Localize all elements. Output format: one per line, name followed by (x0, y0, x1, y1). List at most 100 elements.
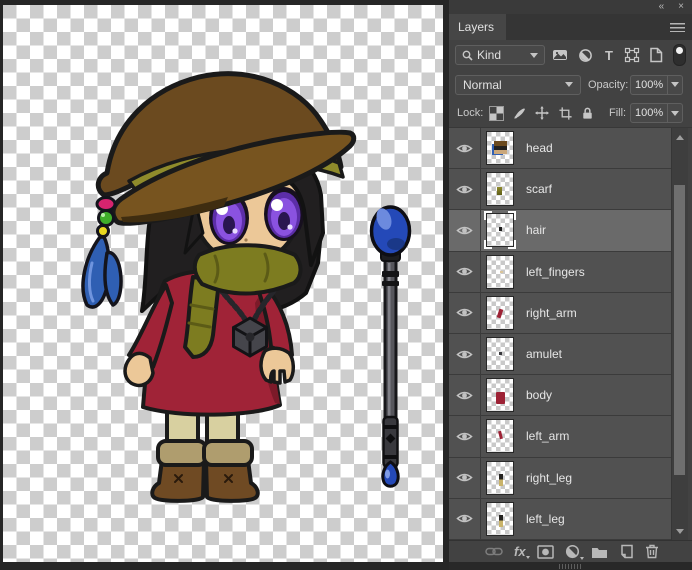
layer-row-left-arm[interactable]: left_arm (449, 416, 672, 458)
layer-thumbnail[interactable] (486, 131, 514, 166)
search-icon (462, 50, 473, 61)
kind-filter-dropdown[interactable]: Kind (455, 45, 545, 65)
layer-thumbnail[interactable] (486, 295, 514, 330)
fill-label: Fill: (609, 107, 627, 119)
right-hand-fingers (259, 346, 295, 385)
resize-grip-icon (558, 563, 583, 569)
new-adjustment-layer-icon[interactable] (565, 544, 584, 560)
visibility-toggle[interactable] (449, 498, 481, 539)
layer-name: body (526, 388, 553, 403)
layer-row-left-leg[interactable]: left_leg (449, 498, 672, 540)
pixel-layers-filter-icon[interactable] (551, 46, 569, 64)
type-layers-filter-icon[interactable]: T (600, 46, 618, 64)
close-panel-icon[interactable]: × (678, 2, 684, 12)
layer-row-right-leg[interactable]: right_leg (449, 457, 672, 499)
visibility-toggle[interactable] (449, 210, 481, 251)
new-layer-icon[interactable] (619, 544, 634, 559)
layer-thumbnail[interactable] (486, 337, 514, 372)
lock-position-icon[interactable] (533, 104, 551, 122)
layer-row-head[interactable]: head (449, 128, 672, 170)
layer-name: left_fingers (526, 264, 585, 279)
layers-panel: « × Layers Kind T Normal Opacity: 100% L… (449, 0, 692, 570)
scrollbar-thumb[interactable] (674, 185, 685, 475)
kind-filter-label: Kind (477, 48, 502, 62)
opacity-chevron[interactable] (668, 74, 684, 95)
layer-name: right_arm (526, 305, 577, 320)
lock-label: Lock: (457, 107, 484, 119)
layer-thumbnail[interactable] (486, 501, 514, 536)
layer-thumbnail[interactable] (486, 460, 514, 495)
document-canvas[interactable] (3, 5, 443, 562)
layer-name: left_leg (526, 511, 565, 526)
scroll-up-icon[interactable] (672, 130, 688, 144)
layer-row-scarf[interactable]: scarf (449, 169, 672, 211)
lock-bar: Lock: Fill: 100% (449, 99, 692, 128)
adjustment-layers-filter-icon[interactable] (576, 46, 594, 64)
fill-value: 100% (630, 103, 669, 123)
layer-name: amulet (526, 347, 563, 362)
scroll-down-icon[interactable] (672, 524, 688, 538)
collapse-panels-icon[interactable]: « (659, 2, 665, 12)
layer-row-left-fingers[interactable]: left_fingers (449, 251, 672, 293)
layer-name: hair (526, 223, 547, 238)
layer-name: left_arm (526, 429, 570, 444)
panel-titlebar: « × (449, 0, 692, 14)
layer-row-hair[interactable]: hair (449, 210, 672, 252)
amulet-pendant (232, 316, 268, 358)
layer-row-body[interactable]: body (449, 375, 672, 417)
left-boot-cuff (156, 439, 208, 467)
lock-transparent-pixels-icon[interactable] (487, 104, 505, 122)
panel-menu-icon[interactable] (670, 23, 685, 32)
layer-row-amulet[interactable]: amulet (449, 333, 672, 376)
filter-toggle[interactable] (673, 44, 686, 66)
lock-image-pixels-icon[interactable] (510, 104, 528, 122)
visibility-toggle[interactable] (449, 169, 481, 210)
layer-thumbnail[interactable] (486, 419, 514, 454)
panel-tab-bar: Layers (449, 14, 692, 40)
visibility-toggle[interactable] (449, 416, 481, 457)
opacity-label: Opacity: (588, 78, 629, 91)
opacity-value: 100% (630, 74, 669, 95)
blend-bar: Normal Opacity: 100% (449, 70, 692, 99)
new-group-icon[interactable] (591, 545, 608, 559)
panel-resize-strip[interactable] (449, 562, 692, 570)
delete-layer-icon[interactable] (645, 544, 659, 559)
link-layers-icon[interactable] (485, 546, 503, 557)
fill-field[interactable]: 100% (630, 103, 684, 123)
blend-mode-dropdown[interactable]: Normal (455, 74, 581, 95)
visibility-toggle[interactable] (449, 292, 481, 333)
layer-style-icon[interactable]: fx (514, 545, 530, 559)
visibility-toggle[interactable] (449, 457, 481, 498)
visibility-toggle[interactable] (449, 375, 481, 416)
scarf-wrap (192, 243, 303, 296)
chevron-down-icon (530, 52, 538, 58)
smart-objects-filter-icon[interactable] (646, 46, 664, 64)
layer-list-scrollbar[interactable] (671, 128, 688, 540)
blend-mode-value: Normal (463, 77, 502, 92)
character-artwork (81, 71, 412, 503)
layer-thumbnail[interactable] (486, 254, 514, 289)
layer-name: right_leg (526, 470, 573, 485)
fill-chevron[interactable] (668, 103, 684, 123)
lock-artboard-icon[interactable] (556, 104, 574, 122)
layer-name: scarf (526, 182, 553, 197)
character (81, 71, 357, 503)
layer-row-right-arm[interactable]: right_arm (449, 292, 672, 334)
lock-all-icon[interactable] (578, 104, 596, 122)
visibility-toggle[interactable] (449, 251, 481, 292)
filter-bar: Kind T (449, 40, 692, 70)
shape-layers-filter-icon[interactable] (623, 46, 641, 64)
chevron-down-icon (565, 82, 573, 87)
layer-name: head (526, 141, 553, 156)
right-boot-cuff (202, 439, 254, 467)
tab-layers[interactable]: Layers (449, 14, 507, 40)
left-hand (123, 351, 155, 388)
layer-thumbnail[interactable] (486, 172, 514, 207)
layer-thumbnail[interactable] (486, 378, 514, 413)
photoshop-window: « × Layers Kind T Normal Opacity: 100% L… (0, 0, 692, 570)
opacity-field[interactable]: 100% (630, 74, 684, 95)
visibility-toggle[interactable] (449, 333, 481, 375)
add-layer-mask-icon[interactable] (536, 544, 554, 559)
visibility-toggle[interactable] (449, 128, 481, 169)
staff-artwork (369, 205, 412, 488)
